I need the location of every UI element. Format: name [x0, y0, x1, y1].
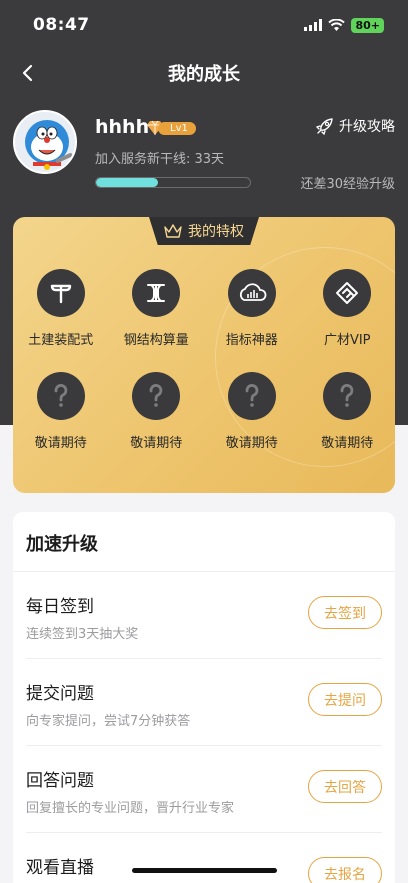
privileges-card: 我的特权 土建装配式 钢结构算量 指标神器 广材VIP 敬请期待 敬请期待 敬请… — [13, 217, 395, 493]
battery-indicator: 80+ — [351, 17, 384, 33]
status-time: 08:47 — [33, 15, 90, 35]
task-row-checkin: 每日签到 连续签到3天抽大奖 去签到 — [26, 572, 382, 659]
question-mark-icon — [132, 372, 181, 420]
task-name: 每日签到 — [26, 597, 94, 617]
upgrade-strategy-link[interactable]: 升级攻略 — [316, 116, 395, 136]
exp-remaining: 还差30经验升级 — [300, 177, 395, 192]
privilege-label: 指标神器 — [225, 333, 278, 348]
ask-button[interactable]: 去提问 — [308, 683, 382, 716]
exp-progress-fill — [96, 178, 158, 187]
rocket-icon — [316, 118, 333, 135]
privilege-label: 广材VIP — [323, 333, 371, 348]
privilege-item-coming-soon: 敬请期待 — [109, 372, 205, 451]
question-mark-icon — [36, 372, 85, 420]
privilege-label: 土建装配式 — [28, 333, 94, 348]
exp-progress-bar — [95, 177, 251, 188]
status-bar: 08:47 80+ — [0, 0, 408, 50]
task-row-answer: 回答问题 回复擅长的专业问题，晋升行业专家 去回答 — [26, 746, 382, 833]
privilege-item-steel-quantity[interactable]: 钢结构算量 — [109, 269, 205, 348]
signup-button[interactable]: 去报名 — [308, 857, 382, 883]
privilege-item-civil-prefab[interactable]: 土建装配式 — [13, 269, 109, 348]
crown-icon — [164, 224, 182, 238]
status-icons: 80+ — [304, 17, 384, 33]
speed-up-title: 加速升级 — [26, 534, 98, 555]
upgrade-strategy-label: 升级攻略 — [339, 119, 395, 135]
privilege-label: 敬请期待 — [34, 436, 87, 451]
i-beam-icon — [132, 269, 181, 317]
task-row-ask: 提交问题 向专家提问，尝试7分钟获答 去提问 — [26, 659, 382, 746]
privilege-label: 敬请期待 — [321, 436, 374, 451]
task-desc: 向专家提问，尝试7分钟获答 — [26, 714, 191, 729]
home-indicator — [132, 868, 277, 873]
privilege-label: 敬请期待 — [225, 436, 278, 451]
t-letter-icon — [36, 269, 85, 317]
task-name: 观看直播 — [26, 858, 94, 878]
doraemon-avatar-icon — [15, 112, 75, 172]
username: hhhh — [95, 116, 150, 138]
level-label: Lv1 — [158, 121, 196, 135]
privileges-header: 我的特权 — [149, 217, 259, 245]
privileges-title: 我的特权 — [188, 224, 244, 240]
arrow-diamond-icon — [323, 269, 372, 317]
question-mark-icon — [323, 372, 372, 420]
task-desc: 回复擅长的专业问题，晋升行业专家 — [26, 801, 235, 816]
chevron-left-icon[interactable] — [18, 63, 38, 83]
privilege-item-coming-soon: 敬请期待 — [300, 372, 396, 451]
avatar[interactable] — [13, 110, 77, 174]
cloud-chart-icon — [227, 269, 276, 317]
question-mark-icon — [227, 372, 276, 420]
privilege-item-coming-soon: 敬请期待 — [13, 372, 109, 451]
privilege-label: 敬请期待 — [130, 436, 183, 451]
answer-button[interactable]: 去回答 — [308, 770, 382, 803]
privilege-item-index-tool[interactable]: 指标神器 — [204, 269, 300, 348]
task-desc: 连续签到3天抽大奖 — [26, 627, 139, 642]
task-name: 回答问题 — [26, 771, 94, 791]
profile-section: hhhh Lv1 加入服务新干线: 33天 升级攻略 还差30经验升级 — [13, 110, 395, 200]
wifi-icon — [328, 19, 346, 31]
task-name: 提交问题 — [26, 684, 94, 704]
privilege-item-material-vip[interactable]: 广材VIP — [300, 269, 396, 348]
nav-bar: 我的成长 — [0, 50, 408, 96]
level-badge: Lv1 — [146, 120, 196, 136]
privilege-label: 钢结构算量 — [123, 333, 189, 348]
privileges-grid: 土建装配式 钢结构算量 指标神器 广材VIP 敬请期待 敬请期待 敬请期待 敬请… — [13, 269, 395, 451]
page-title: 我的成长 — [168, 64, 240, 85]
checkin-button[interactable]: 去签到 — [308, 596, 382, 629]
task-row-live: 观看直播 去报名 — [26, 833, 382, 883]
join-duration: 加入服务新干线: 33天 — [95, 152, 225, 167]
speed-up-card: 加速升级 每日签到 连续签到3天抽大奖 去签到 提交问题 向专家提问，尝试7分钟… — [13, 512, 395, 883]
signal-icon — [304, 19, 323, 31]
privilege-item-coming-soon: 敬请期待 — [204, 372, 300, 451]
